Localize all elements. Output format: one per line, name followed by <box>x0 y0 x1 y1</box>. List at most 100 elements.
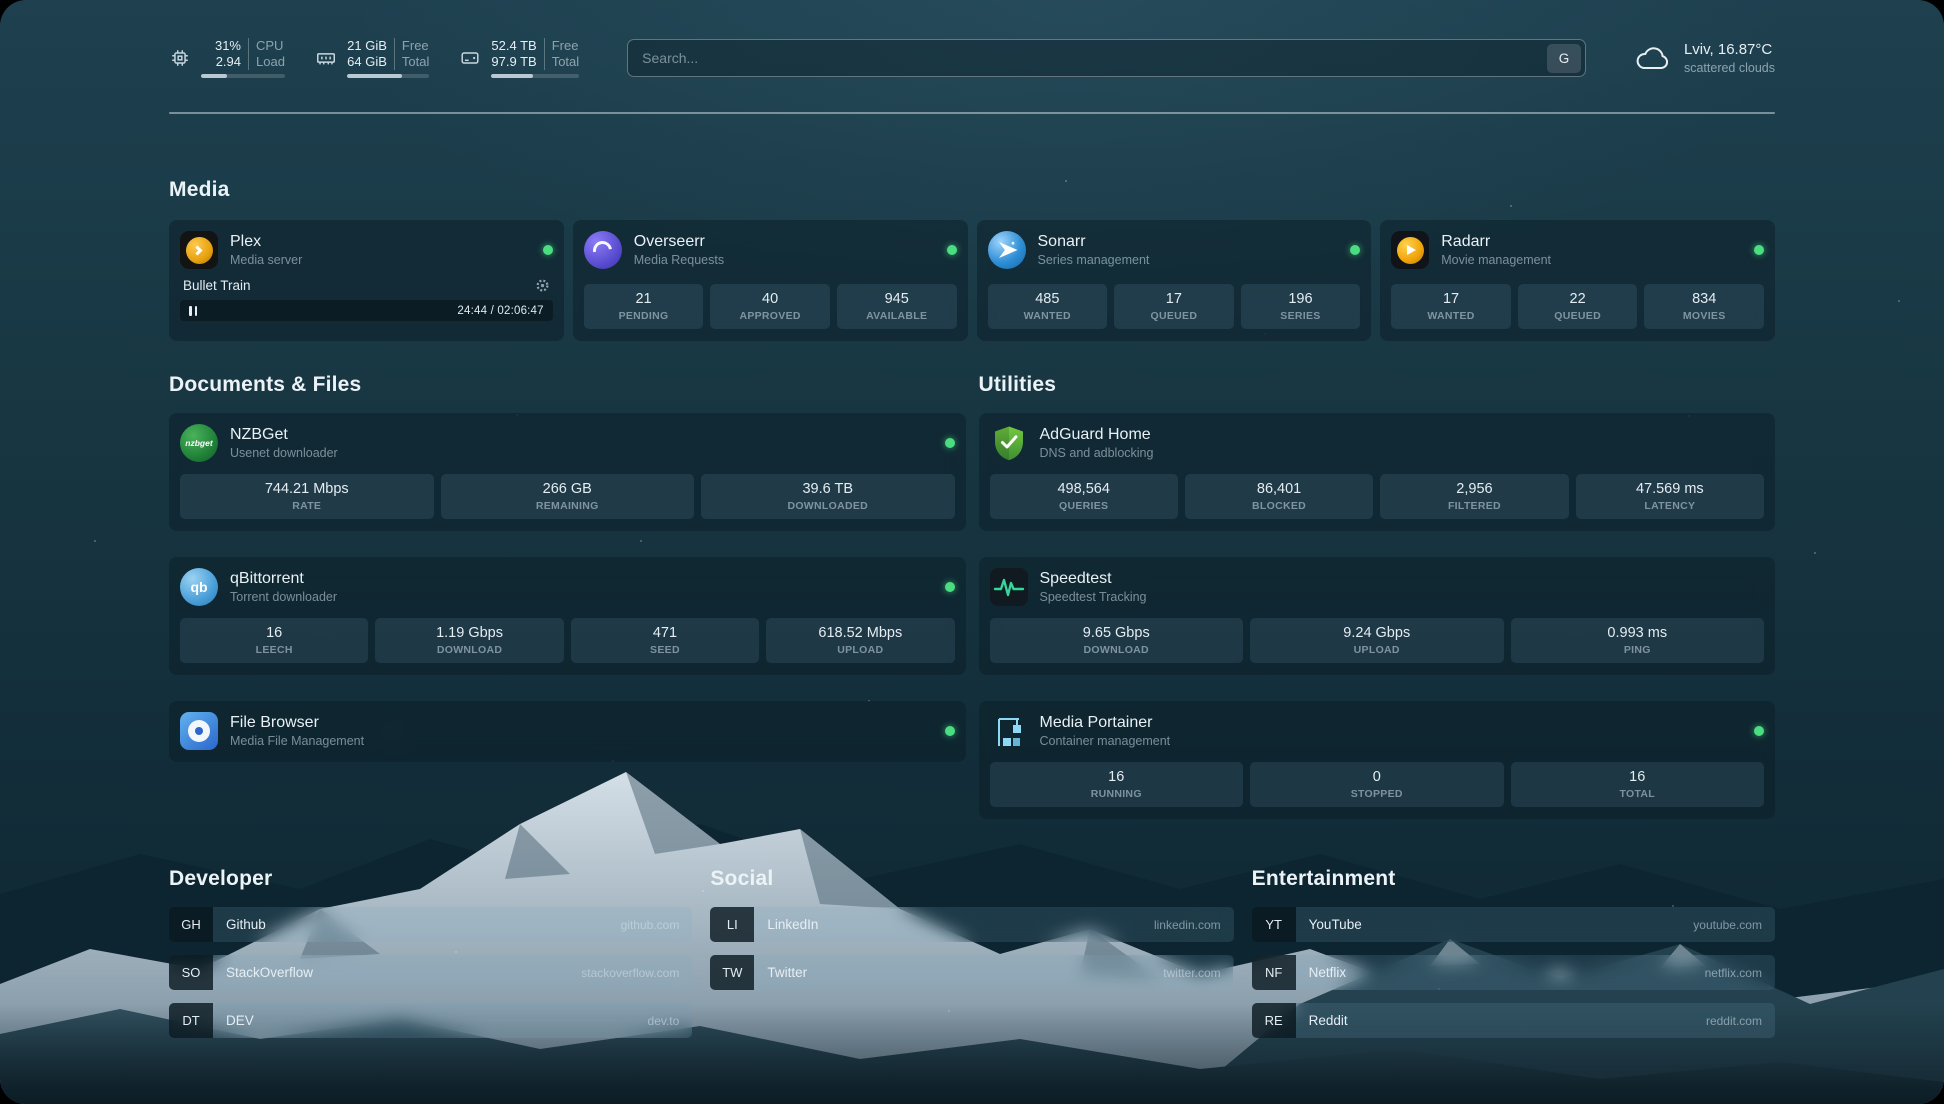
service-card-qbittorrent[interactable]: qb qBittorrent Torrent downloader 16LEEC… <box>169 557 966 675</box>
now-playing-title: Bullet Train <box>183 278 251 293</box>
stat-running: 16RUNNING <box>990 762 1244 807</box>
disk-total-value: 97.9 TB <box>491 54 544 70</box>
adguard-icon <box>990 424 1028 462</box>
status-dot <box>1754 245 1764 255</box>
filebrowser-icon <box>180 712 218 750</box>
service-card-portainer[interactable]: Media Portainer Container management 16R… <box>979 701 1776 819</box>
cpu-load-value: 2.94 <box>201 54 249 70</box>
bookmark-dev[interactable]: DT DEV dev.to <box>169 1003 692 1038</box>
header-divider <box>169 112 1775 114</box>
service-name: Radarr <box>1441 232 1551 251</box>
service-desc: Container management <box>1040 733 1171 749</box>
weather-location: Lviv, 16.87°C <box>1684 41 1775 59</box>
status-dot <box>543 245 553 255</box>
stat-latency: 47.569 msLATENCY <box>1576 474 1764 519</box>
stat-filtered: 2,956FILTERED <box>1380 474 1568 519</box>
section-title-developer: Developer <box>169 867 692 891</box>
bookmark-group-social: Social LI LinkedIn linkedin.com TW Twitt… <box>710 867 1233 1051</box>
bookmark-github[interactable]: GH Github github.com <box>169 907 692 942</box>
stat-ping: 0.993 msPING <box>1511 618 1765 663</box>
section-documents-files: Documents & Files nzbget NZBGet Usenet d… <box>169 373 966 762</box>
bookmark-abbr: TW <box>710 955 754 990</box>
memory-total-label: Total <box>395 54 429 70</box>
service-name: Media Portainer <box>1040 713 1171 732</box>
bookmark-url: linkedin.com <box>1154 918 1234 932</box>
service-card-filebrowser[interactable]: File Browser Media File Management <box>169 701 966 762</box>
bookmark-name: Twitter <box>754 965 807 980</box>
cpu-load-label: Load <box>249 54 285 70</box>
section-title-documents: Documents & Files <box>169 373 966 397</box>
stat-available: 945AVAILABLE <box>837 284 957 329</box>
memory-free-value: 21 GiB <box>347 38 395 54</box>
bookmark-group-developer: Developer GH Github github.com SO StackO… <box>169 867 692 1051</box>
stat-blocked: 86,401BLOCKED <box>1185 474 1373 519</box>
search-input[interactable] <box>628 50 1547 66</box>
stat-download: 9.65 GbpsDOWNLOAD <box>990 618 1244 663</box>
search-provider-button[interactable]: G <box>1547 44 1581 73</box>
service-name: NZBGet <box>230 425 338 444</box>
bookmark-netflix[interactable]: NF Netflix netflix.com <box>1252 955 1775 990</box>
stat-approved: 40APPROVED <box>710 284 830 329</box>
stat-movies: 834MOVIES <box>1644 284 1764 329</box>
stat-queued: 17QUEUED <box>1114 284 1234 329</box>
radarr-icon <box>1391 231 1429 269</box>
service-desc: Media Requests <box>634 252 724 268</box>
memory-free-label: Free <box>395 38 429 54</box>
service-card-overseerr[interactable]: Overseerr Media Requests 21PENDING 40APP… <box>573 220 968 341</box>
bookmark-abbr: GH <box>169 907 213 942</box>
bookmark-reddit[interactable]: RE Reddit reddit.com <box>1252 1003 1775 1038</box>
resource-widgets: 31% CPU 2.94 Load <box>169 38 579 78</box>
bookmark-group-entertainment: Entertainment YT YouTube youtube.com NF … <box>1252 867 1775 1051</box>
disk-total-label: Total <box>545 54 579 70</box>
section-utilities: Utilities AdGuard Home <box>979 373 1776 819</box>
memory-total-value: 64 GiB <box>347 54 395 70</box>
section-title-media: Media <box>169 178 1775 202</box>
service-card-radarr[interactable]: Radarr Movie management 17WANTED 22QUEUE… <box>1380 220 1775 341</box>
header: 31% CPU 2.94 Load <box>169 38 1775 78</box>
stat-rate: 744.21 MbpsRATE <box>180 474 434 519</box>
service-card-plex[interactable]: Plex Media server Bullet Train 24:44 / 0 <box>169 220 564 341</box>
disk-progress-bar <box>491 74 579 78</box>
memory-icon <box>315 47 337 69</box>
service-card-nzbget[interactable]: nzbget NZBGet Usenet downloader 744.21 M… <box>169 413 966 531</box>
service-desc: Movie management <box>1441 252 1551 268</box>
status-dot <box>945 582 955 592</box>
service-desc: Series management <box>1038 252 1150 268</box>
bookmark-name: Github <box>213 917 266 932</box>
bookmark-stackoverflow[interactable]: SO StackOverflow stackoverflow.com <box>169 955 692 990</box>
pause-icon[interactable] <box>189 306 197 316</box>
bookmark-linkedin[interactable]: LI LinkedIn linkedin.com <box>710 907 1233 942</box>
stat-leech: 16LEECH <box>180 618 368 663</box>
service-card-adguard[interactable]: AdGuard Home DNS and adblocking 498,564Q… <box>979 413 1776 531</box>
portainer-icon <box>990 712 1028 750</box>
memory-progress-bar <box>347 74 429 78</box>
disk-icon <box>459 47 481 69</box>
bookmark-url: youtube.com <box>1693 918 1775 932</box>
stat-downloaded: 39.6 TBDOWNLOADED <box>701 474 955 519</box>
service-desc: Speedtest Tracking <box>1040 589 1147 605</box>
disk-free-label: Free <box>545 38 579 54</box>
qbittorrent-icon: qb <box>180 568 218 606</box>
bookmark-twitter[interactable]: TW Twitter twitter.com <box>710 955 1233 990</box>
dashboard-screen: 31% CPU 2.94 Load <box>0 0 1944 1104</box>
status-dot <box>947 245 957 255</box>
bookmark-url: github.com <box>621 918 693 932</box>
service-name: Speedtest <box>1040 569 1147 588</box>
bookmark-url: netflix.com <box>1705 966 1775 980</box>
cloud-icon <box>1632 43 1672 73</box>
service-card-speedtest[interactable]: Speedtest Speedtest Tracking 9.65 GbpsDO… <box>979 557 1776 675</box>
playback-progress[interactable] <box>206 306 448 315</box>
stat-upload: 9.24 GbpsUPLOAD <box>1250 618 1504 663</box>
bookmark-youtube[interactable]: YT YouTube youtube.com <box>1252 907 1775 942</box>
service-desc: Media File Management <box>230 733 364 749</box>
gear-icon[interactable] <box>535 278 550 293</box>
bookmark-name: DEV <box>213 1013 254 1028</box>
bookmark-name: StackOverflow <box>213 965 313 980</box>
bookmark-url: dev.to <box>648 1014 693 1028</box>
speedtest-icon <box>990 568 1028 606</box>
bookmark-abbr: YT <box>1252 907 1296 942</box>
overseerr-icon <box>584 231 622 269</box>
service-card-sonarr[interactable]: Sonarr Series management 485WANTED 17QUE… <box>977 220 1372 341</box>
stat-queued: 22QUEUED <box>1518 284 1638 329</box>
cpu-usage-value: 31% <box>201 38 249 54</box>
